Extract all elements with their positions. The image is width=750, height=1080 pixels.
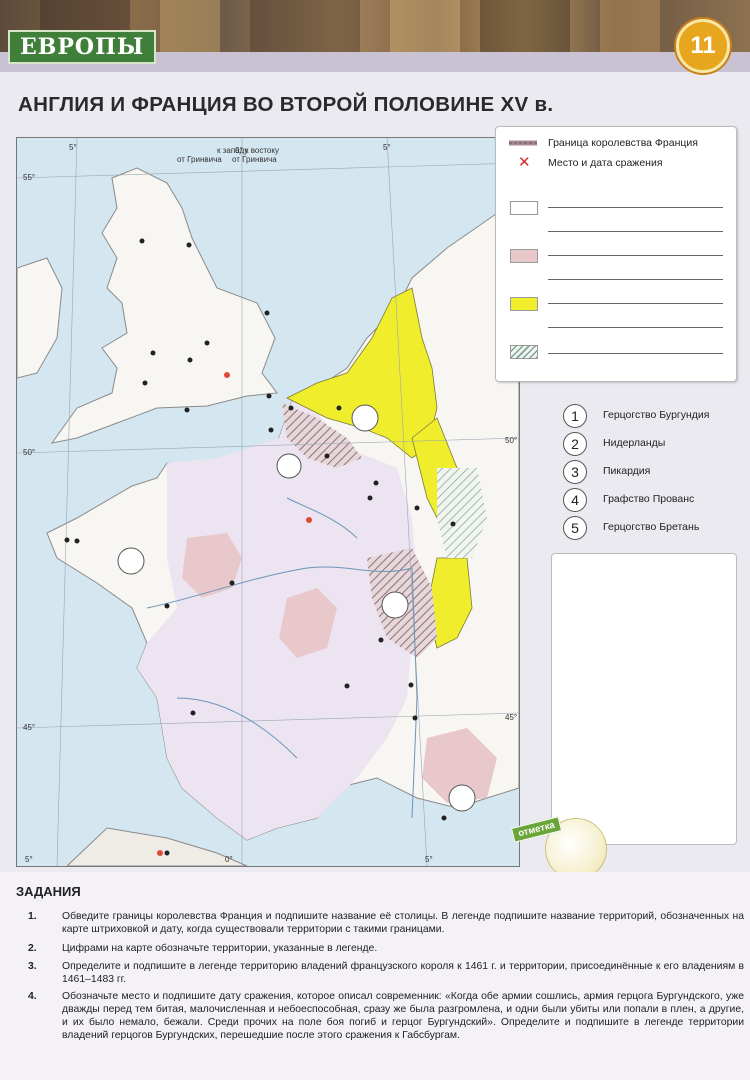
lat-45-right-label: 45°: [505, 713, 517, 722]
cross-icon: ✕: [518, 154, 531, 171]
notes-box[interactable]: [551, 553, 737, 845]
number-slot: [117, 547, 145, 575]
lon-5w-label: 5°: [69, 143, 77, 152]
legend-border-label: Граница королевства Франция: [548, 137, 698, 149]
lat-50-right-label: 50°: [505, 436, 517, 445]
territory-number: 4: [563, 488, 587, 512]
legend-write-line: [548, 207, 723, 208]
territory-label: Герцогство Бургундия: [603, 409, 710, 421]
border-line-icon: [509, 140, 537, 146]
legend-write-line: [548, 303, 723, 304]
meridian-west-label-2: от Гринвича: [177, 155, 222, 164]
territory-number: 2: [563, 432, 587, 456]
number-slot: [351, 404, 379, 432]
task-number: 3.: [28, 961, 37, 972]
meridian-zero-label: 0°: [235, 146, 243, 155]
page-title: АНГЛИЯ И ФРАНЦИЯ ВО ВТОРОЙ ПОЛОВИНЕ XV в…: [18, 93, 554, 116]
legend-battle-label: Место и дата сражения: [548, 157, 663, 169]
swatch-white: [510, 201, 538, 215]
swatch-hatched: [510, 345, 538, 359]
territory-label: Графство Прованс: [603, 493, 695, 505]
territory-list: 1 Герцогство Бургундия 2 Нидерланды 3 Пи…: [551, 398, 738, 540]
territory-item: 4 Графство Прованс: [563, 488, 738, 512]
meridian-east-label: к востоку: [245, 146, 279, 155]
task-text: Определите и подпишите в легенде террито…: [62, 961, 744, 985]
territory-item: 3 Пикардия: [563, 460, 738, 484]
meridian-west-label: к западу: [217, 146, 248, 155]
lon-0-bottom-label: 0°: [225, 855, 233, 864]
lat-45-label: 45°: [23, 723, 35, 732]
series-label: ЕВРОПЫ: [8, 30, 157, 64]
lon-5w-bottom-label: 5°: [25, 855, 33, 864]
lon-5e-label: 5°: [383, 143, 391, 152]
task-text: Цифрами на карте обозначьте территории, …: [62, 943, 378, 954]
territory-label: Нидерланды: [603, 437, 666, 449]
territory-item: 1 Герцогство Бургундия: [563, 404, 738, 428]
task-number: 2.: [28, 943, 37, 954]
number-slot: [448, 784, 476, 812]
territory-item: 5 Герцогство Бретань: [563, 516, 738, 540]
number-slot: [381, 591, 409, 619]
legend-write-line: [548, 279, 723, 280]
map-frame: к западу от Гринвича 0° к востоку от Гри…: [16, 137, 520, 867]
legend-write-line: [548, 255, 723, 256]
territory-label: Пикардия: [603, 465, 651, 477]
tasks-heading: ЗАДАНИЯ: [16, 884, 81, 899]
territory-number: 3: [563, 460, 587, 484]
meridian-east-label-2: от Гринвича: [232, 155, 277, 164]
lat-55-label: 55°: [23, 173, 35, 182]
legend-write-line: [548, 353, 723, 354]
map-svg: к западу от Гринвича 0° к востоку от Гри…: [17, 138, 519, 866]
territory-item: 2 Нидерланды: [563, 432, 738, 456]
swatch-yellow: [510, 297, 538, 311]
lon-5e-bottom-label: 5°: [425, 855, 433, 864]
map-legend: Граница королевства Франция ✕ Место и да…: [495, 126, 737, 382]
task-number: 1.: [28, 911, 37, 922]
lat-50-label: 50°: [23, 448, 35, 457]
task-text: Обозначьте место и подпишите дату сражен…: [62, 991, 744, 1041]
task-number: 4.: [28, 991, 37, 1002]
page-number-badge: 11: [676, 19, 730, 73]
territory-number: 1: [563, 404, 587, 428]
legend-write-line: [548, 231, 723, 232]
task-text: Обведите границы королевства Франция и п…: [62, 911, 744, 935]
territory-label: Герцогство Бретань: [603, 521, 700, 533]
legend-write-line: [548, 327, 723, 328]
number-slot: [276, 453, 302, 479]
territory-number: 5: [563, 516, 587, 540]
swatch-pink: [510, 249, 538, 263]
